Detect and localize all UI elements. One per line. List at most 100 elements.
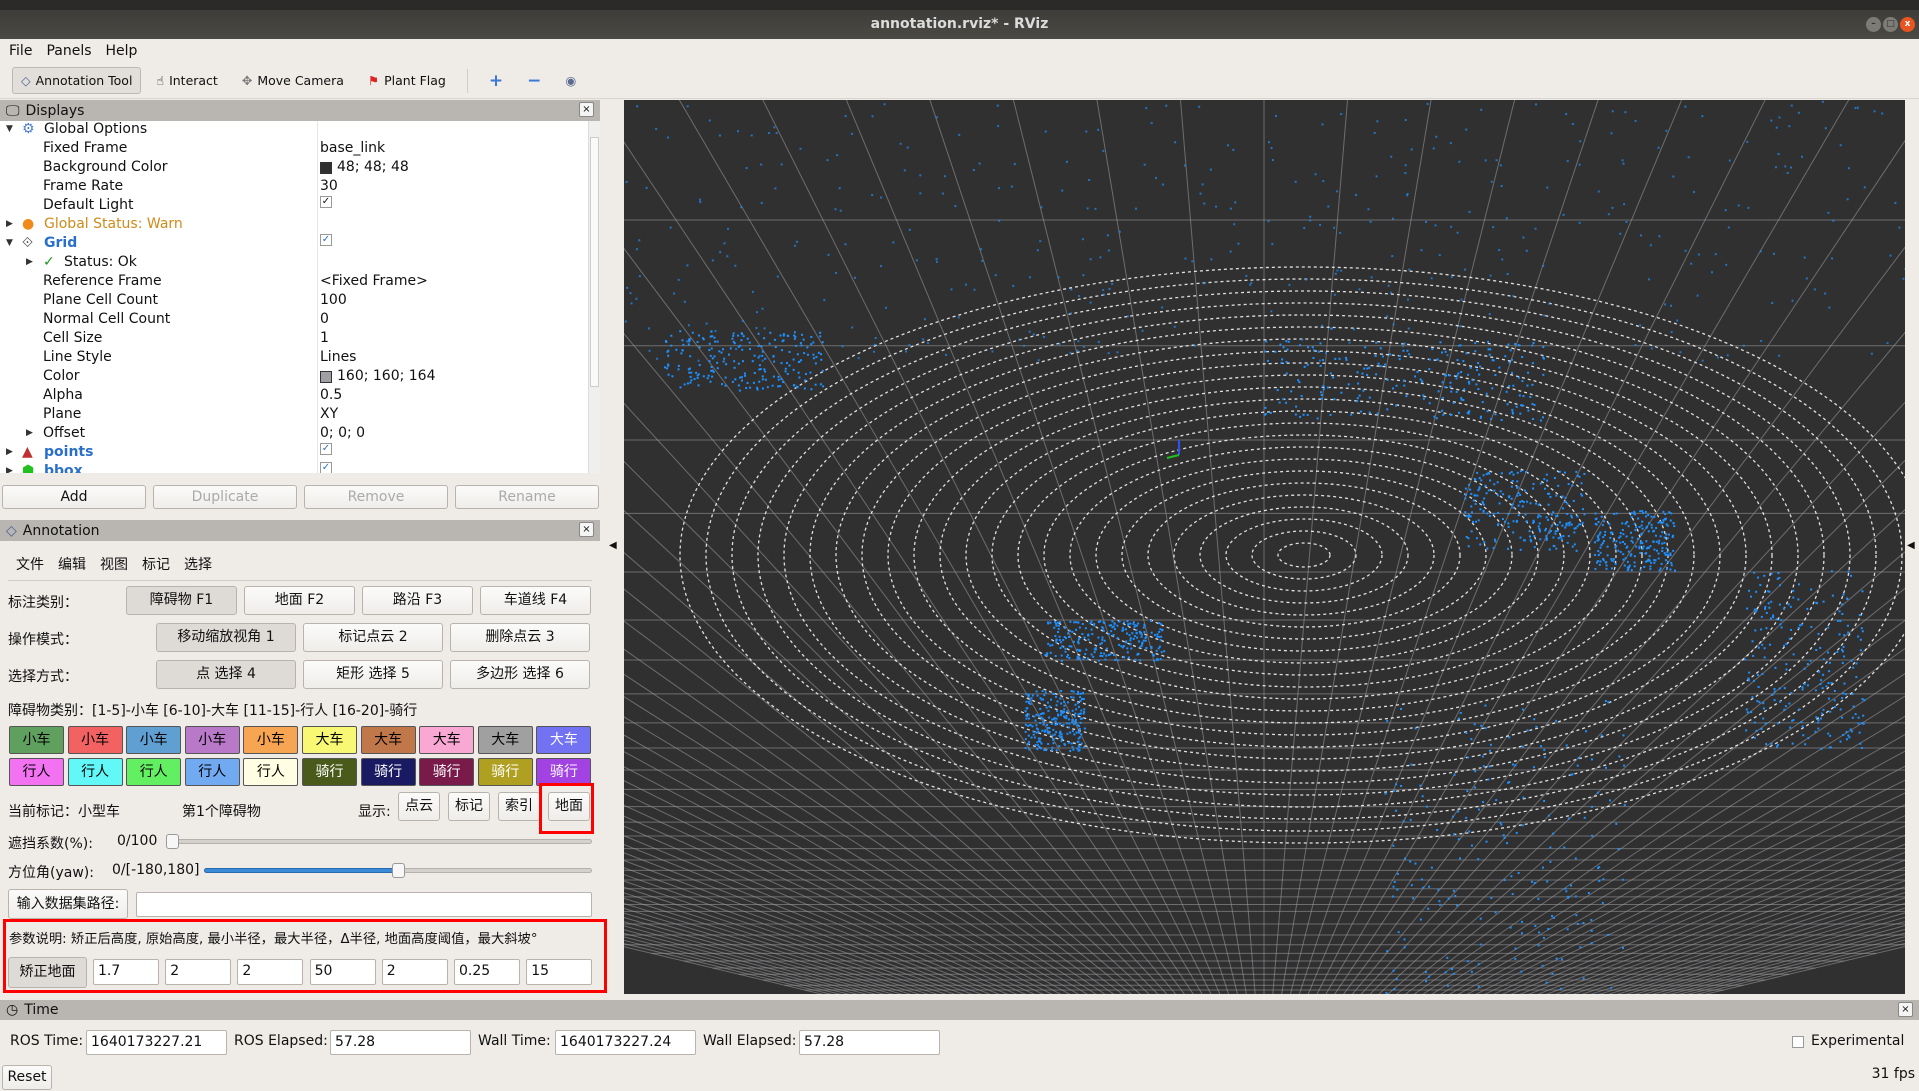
obstacle-class-button[interactable]: 骑行 xyxy=(419,758,475,786)
obstacle-class-button[interactable]: 小车 xyxy=(126,726,182,754)
select-mode-button[interactable]: 多边形 选择 6 xyxy=(450,660,590,689)
obstacle-class-button[interactable]: 小车 xyxy=(184,726,240,754)
mode-button[interactable]: 删除点云 3 xyxy=(450,623,590,652)
displays-scrollbar[interactable] xyxy=(588,121,600,473)
scrollbar-thumb[interactable] xyxy=(590,137,599,387)
annotation-menu-item[interactable]: 选择 xyxy=(184,554,212,574)
tree-row[interactable]: Fixed Frame base_link xyxy=(0,139,588,158)
visibility-checkbox[interactable]: ✓ xyxy=(320,443,332,455)
collapse-left-arrow[interactable]: ◀ xyxy=(609,540,617,551)
show-toggle-button[interactable]: 点云 xyxy=(398,792,440,821)
obstacle-class-button[interactable]: 大车 xyxy=(477,726,533,754)
tree-row[interactable]: ▶ ● Global Status: Warn xyxy=(0,215,588,234)
tree-row[interactable]: Plane XY xyxy=(0,405,588,424)
tree-row[interactable]: Alpha 0.5 xyxy=(0,386,588,405)
obstacle-class-button[interactable]: 小车 xyxy=(67,726,123,754)
menu-file[interactable]: File xyxy=(9,43,32,59)
category-button[interactable]: 车道线 F4 xyxy=(480,586,591,615)
panels-view-button[interactable]: ◉ xyxy=(556,67,585,94)
color-swatch[interactable] xyxy=(320,370,332,383)
tree-row[interactable]: Frame Rate 30 xyxy=(0,177,588,196)
point-cloud-view[interactable] xyxy=(0,0,1919,1068)
collapse-arrow-icon[interactable]: ▶ xyxy=(6,443,13,462)
yaw-slider-handle[interactable] xyxy=(392,863,405,878)
ros-time-field[interactable]: 1640173227.21 xyxy=(86,1030,227,1055)
correct-ground-button[interactable]: 矫正地面 xyxy=(8,957,87,988)
param-input[interactable]: 1.7 xyxy=(93,959,159,985)
mode-button[interactable]: 标记点云 2 xyxy=(303,623,443,652)
expand-arrow-icon[interactable]: ▼ xyxy=(6,121,13,139)
tree-row[interactable]: ▶ ▲ points ✓ xyxy=(0,443,588,462)
tree-row[interactable]: Line Style Lines xyxy=(0,348,588,367)
close-button[interactable]: x xyxy=(1900,17,1915,32)
obstacle-class-button[interactable]: 大车 xyxy=(360,726,416,754)
expand-arrow-icon[interactable]: ▼ xyxy=(6,234,13,253)
obstacle-class-button[interactable]: 骑行 xyxy=(302,758,357,786)
maximize-button[interactable]: □ xyxy=(1883,17,1898,32)
color-swatch[interactable] xyxy=(320,161,332,174)
select-mode-button[interactable]: 点 选择 4 xyxy=(156,660,296,689)
tree-row[interactable]: ▼ ⚙ Global Options xyxy=(0,121,588,139)
obstacle-class-button[interactable]: 行人 xyxy=(243,758,299,786)
tree-row[interactable]: Default Light ✓ xyxy=(0,196,588,215)
collapse-arrow-icon[interactable]: ▶ xyxy=(6,215,13,234)
obstacle-class-button[interactable]: 行人 xyxy=(9,758,64,786)
param-input[interactable]: 2 xyxy=(381,959,448,985)
dataset-path-button[interactable]: 输入数据集路径: xyxy=(8,889,128,919)
visibility-checkbox[interactable]: ✓ xyxy=(320,234,332,246)
annotation-tool-button[interactable]: ◇ Annotation Tool xyxy=(12,67,142,94)
obstacle-class-button[interactable]: 小车 xyxy=(9,726,64,754)
obstacle-class-button[interactable]: 行人 xyxy=(184,758,240,786)
collapse-arrow-icon[interactable]: ▶ xyxy=(26,424,33,443)
tree-row[interactable]: Reference Frame <Fixed Frame> xyxy=(0,272,588,291)
param-input[interactable]: 50 xyxy=(309,959,376,985)
minimize-button[interactable]: – xyxy=(1866,17,1881,32)
add-tool-button[interactable]: + xyxy=(480,65,512,97)
obstacle-class-button[interactable]: 行人 xyxy=(67,758,123,786)
experimental-checkbox[interactable] xyxy=(1792,1036,1804,1048)
occlusion-slider-handle[interactable] xyxy=(166,834,179,849)
category-button[interactable]: 障碍物 F1 xyxy=(126,586,237,615)
show-toggle-button[interactable]: 索引 xyxy=(498,792,540,821)
annotation-close-button[interactable]: × xyxy=(579,522,594,537)
obstacle-class-button[interactable]: 行人 xyxy=(126,758,182,786)
param-input[interactable]: 0.25 xyxy=(454,959,520,985)
obstacle-class-button[interactable]: 骑行 xyxy=(477,758,533,786)
collapse-right-arrow[interactable]: ◀ xyxy=(1907,540,1915,551)
mode-button[interactable]: 移动缩放视角 1 xyxy=(156,623,296,652)
collapse-arrow-icon[interactable]: ▶ xyxy=(26,253,33,272)
param-input[interactable]: 2 xyxy=(237,959,304,985)
tree-row[interactable]: ▼ ⟐ Grid ✓ xyxy=(0,234,588,253)
tree-row[interactable]: ▶ ✓ Status: Ok xyxy=(0,253,588,272)
ros-elapsed-field[interactable]: 57.28 xyxy=(330,1030,471,1055)
move-camera-button[interactable]: ✥ Move Camera xyxy=(233,67,353,94)
occlusion-slider-track[interactable] xyxy=(170,839,592,844)
menu-panels[interactable]: Panels xyxy=(46,43,91,59)
visibility-checkbox[interactable]: ✓ xyxy=(320,462,332,473)
param-input[interactable]: 15 xyxy=(526,959,593,985)
obstacle-class-button[interactable]: 小车 xyxy=(243,726,299,754)
collapse-arrow-icon[interactable]: ▶ xyxy=(6,462,13,473)
wall-time-field[interactable]: 1640173227.24 xyxy=(555,1030,696,1055)
tree-row[interactable]: Cell Size 1 xyxy=(0,329,588,348)
obstacle-class-button[interactable]: 大车 xyxy=(419,726,475,754)
tree-row[interactable]: Plane Cell Count 100 xyxy=(0,291,588,310)
visibility-checkbox[interactable]: ✓ xyxy=(320,196,332,208)
3d-viewport[interactable] xyxy=(0,0,1919,1068)
annotation-menu-item[interactable]: 编辑 xyxy=(58,554,86,574)
show-toggle-button[interactable]: 标记 xyxy=(448,792,490,821)
tree-row[interactable]: Background Color 48; 48; 48 xyxy=(0,158,588,177)
remove-tool-button[interactable]: − xyxy=(518,65,550,97)
wall-elapsed-field[interactable]: 57.28 xyxy=(799,1030,940,1055)
add-display-button[interactable]: Add xyxy=(2,485,146,509)
select-mode-button[interactable]: 矩形 选择 5 xyxy=(303,660,443,689)
category-button[interactable]: 路沿 F3 xyxy=(362,586,473,615)
rename-display-button[interactable]: Rename xyxy=(455,485,599,509)
tree-row[interactable]: Color 160; 160; 164 xyxy=(0,367,588,386)
category-button[interactable]: 地面 F2 xyxy=(244,586,355,615)
remove-display-button[interactable]: Remove xyxy=(304,485,448,509)
interact-button[interactable]: ☝ Interact xyxy=(147,67,226,94)
param-input[interactable]: 2 xyxy=(165,959,232,985)
annotation-menu-item[interactable]: 文件 xyxy=(16,554,44,574)
obstacle-class-button[interactable]: 大车 xyxy=(536,726,592,754)
